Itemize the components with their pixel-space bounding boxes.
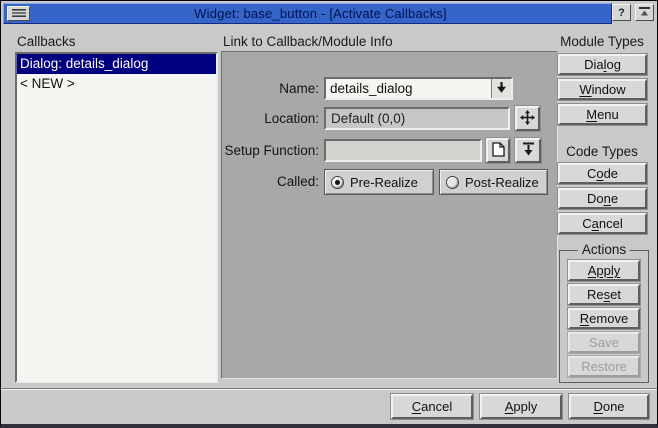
- titlebar-buttons: ?: [612, 4, 654, 21]
- setup-function-label: Setup Function:: [222, 143, 319, 158]
- module-type-menu-button[interactable]: Menu: [558, 104, 647, 125]
- new-file-icon: [492, 142, 505, 160]
- post-realize-label: Post-Realize: [465, 175, 539, 190]
- setup-function-input[interactable]: [324, 139, 482, 162]
- help-button[interactable]: ?: [612, 4, 631, 21]
- callbacks-heading: Callbacks: [17, 34, 76, 49]
- pre-realize-label: Pre-Realize: [350, 175, 418, 190]
- action-apply-button[interactable]: Apply: [568, 260, 640, 281]
- window-menu-icon: [12, 6, 26, 21]
- resize-corner[interactable]: [649, 424, 657, 428]
- module-types-heading: Module Types: [557, 34, 647, 49]
- move-icon: [520, 110, 535, 128]
- radio-icon: [446, 176, 459, 189]
- name-input[interactable]: [326, 79, 491, 98]
- action-restore-button[interactable]: Restore: [568, 356, 640, 377]
- pre-realize-toggle[interactable]: Pre-Realize: [324, 169, 434, 195]
- new-function-button[interactable]: [486, 138, 510, 163]
- name-label: Name:: [222, 81, 319, 96]
- post-realize-toggle[interactable]: Post-Realize: [439, 169, 548, 195]
- down-arrow-from-bar-icon: [522, 142, 535, 159]
- action-save-button[interactable]: Save: [568, 332, 640, 353]
- module-type-window-button[interactable]: Window: [558, 79, 647, 100]
- location-label: Location:: [222, 111, 319, 126]
- dialog-window: Widget: base_button - [Activate Callback…: [0, 0, 658, 428]
- apply-button[interactable]: Apply: [480, 394, 562, 419]
- list-item[interactable]: Dialog: details_dialog: [17, 54, 216, 74]
- location-value: Default (0,0): [324, 107, 510, 130]
- name-dropdown-button[interactable]: [491, 79, 511, 98]
- callbacks-list: Dialog: details_dialog < NEW >: [15, 52, 218, 383]
- module-type-dialog-button[interactable]: Dialog: [558, 54, 647, 75]
- code-type-cancel-button[interactable]: Cancel: [558, 213, 647, 234]
- action-reset-button[interactable]: Reset: [568, 284, 640, 305]
- code-types-heading: Code Types: [557, 144, 647, 159]
- called-label: Called:: [222, 174, 319, 189]
- window-title: Widget: base_button - [Activate Callback…: [30, 6, 611, 21]
- shade-button[interactable]: [635, 4, 654, 21]
- chevron-down-icon: [497, 81, 506, 96]
- radio-icon: [331, 176, 344, 189]
- list-item[interactable]: < NEW >: [17, 74, 216, 94]
- code-type-code-button[interactable]: Code: [558, 163, 647, 184]
- code-type-done-button[interactable]: Done: [558, 188, 647, 209]
- footer-separator: [1, 388, 657, 390]
- move-location-button[interactable]: [515, 106, 540, 131]
- actions-heading: Actions: [578, 242, 630, 257]
- callback-info-panel: Name: Location: Default (0,0) Setup Func…: [221, 51, 558, 379]
- action-remove-button[interactable]: Remove: [568, 308, 640, 329]
- form-heading: Link to Callback/Module Info: [223, 34, 393, 49]
- place-bottom-button[interactable]: [515, 138, 541, 163]
- done-button[interactable]: Done: [569, 394, 649, 419]
- titlebar: Widget: base_button - [Activate Callback…: [3, 3, 612, 24]
- window-menu-button[interactable]: [7, 6, 30, 21]
- shade-icon: [639, 7, 650, 19]
- cancel-button[interactable]: Cancel: [391, 394, 473, 419]
- name-combo: [324, 77, 513, 100]
